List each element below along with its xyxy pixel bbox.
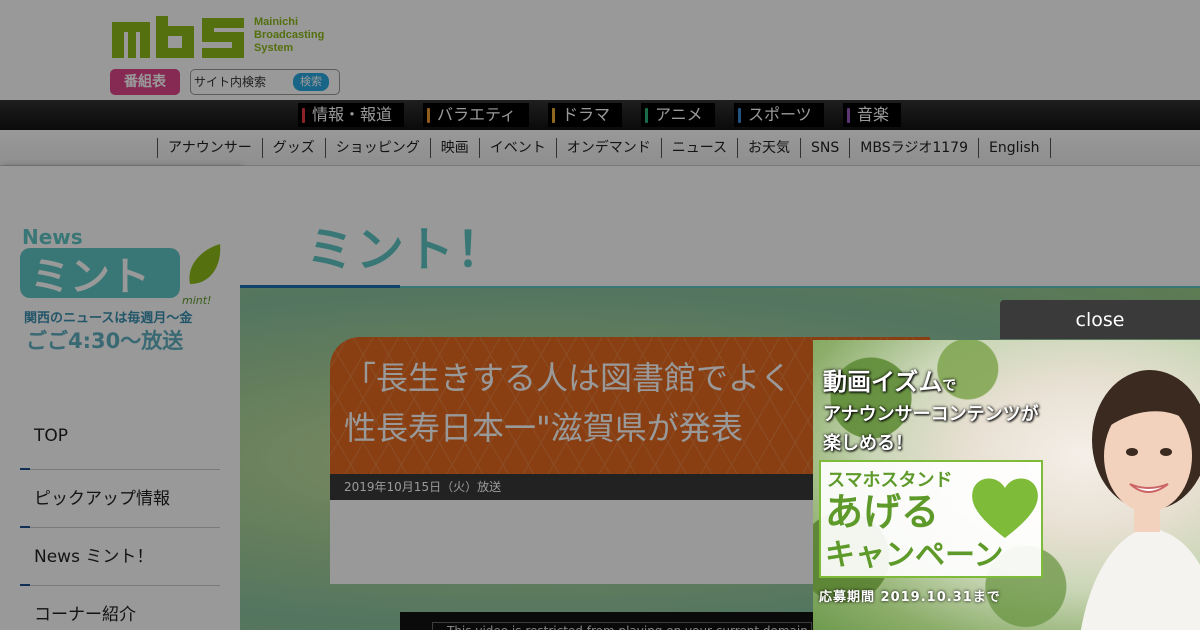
logo-subtitle-line: System <box>254 42 294 54</box>
subnav-announcer[interactable]: アナウンサー <box>158 138 263 158</box>
leaf-icon <box>189 244 221 284</box>
subnav-movie[interactable]: 映画 <box>431 138 480 158</box>
genre-label: 音楽 <box>857 105 890 124</box>
ad-brand: 動画イズム <box>823 368 943 396</box>
logo-tagline-1: 関西のニュースは毎週月～金 <box>24 310 193 326</box>
news-mint-logo[interactable]: News ミント mint! 関西のニュースは毎週月～金 ごご4:30～放送 <box>18 224 224 356</box>
ad-card-line-3: キャンペーン <box>825 538 1004 573</box>
mbs-logo-mark <box>112 16 244 58</box>
genre-anime[interactable]: アニメ <box>641 103 715 127</box>
sub-nav: アナウンサー グッズ ショッピング 映画 イベント オンデマンド ニュース お天… <box>0 130 1200 166</box>
subnav-english[interactable]: English <box>979 138 1051 158</box>
sidebar-item-corners[interactable]: コーナー紹介 <box>20 586 220 630</box>
mbs-logo[interactable]: Mainichi Broadcasting System <box>110 14 340 60</box>
woman-photo-illustration <box>1080 370 1200 630</box>
ad-period: 応募期間 2019.10.31まで <box>819 590 1001 605</box>
genre-color-marker <box>738 108 741 123</box>
sidebar-item-top[interactable]: TOP <box>20 412 220 470</box>
sidebar-item-label: News ミント！ <box>34 547 154 567</box>
subnav-goods[interactable]: グッズ <box>263 138 326 158</box>
genre-label: バラエティ <box>437 105 517 124</box>
genre-color-marker <box>645 108 648 123</box>
genre-color-marker <box>302 108 305 123</box>
genre-color-marker <box>427 108 430 123</box>
sidebar: News ミント mint! 関西のニュースは毎週月～金 ごご4:30～放送 T… <box>0 166 240 630</box>
genre-label: スポーツ <box>748 105 812 124</box>
subnav-on-demand[interactable]: オンデマンド <box>557 138 662 158</box>
video-error-message: This video is restricted from playing on… <box>432 622 812 630</box>
subnav-radio[interactable]: MBSラジオ1179 <box>850 138 979 158</box>
search-button[interactable]: 検索 <box>293 73 329 91</box>
sidebar-item-pickup[interactable]: ピックアップ情報 <box>20 470 220 528</box>
logo-mint-text: ミント <box>30 254 150 300</box>
sidebar-item-label: ピックアップ情報 <box>34 489 170 509</box>
subnav-news[interactable]: ニュース <box>662 138 739 158</box>
genre-color-marker <box>552 108 555 123</box>
heart-icon <box>972 478 1038 538</box>
genre-news[interactable]: 情報・報道 <box>298 103 404 127</box>
logo-tagline-2: ごご4:30～放送 <box>26 329 184 353</box>
genre-label: 情報・報道 <box>312 105 393 124</box>
search-input[interactable] <box>194 73 290 91</box>
logo-subtitle-line: Broadcasting <box>254 29 325 41</box>
logo-subtitle: Mainichi Broadcasting System <box>254 16 324 55</box>
sidebar-item-label: TOP <box>34 426 69 446</box>
close-ad-button[interactable]: close <box>1000 300 1200 339</box>
sidebar-menu: TOP ピックアップ情報 News ミント！ コーナー紹介 <box>20 412 220 630</box>
subnav-weather[interactable]: お天気 <box>738 138 802 158</box>
ad-line-2: アナウンサーコンテンツが <box>823 404 1039 425</box>
logo-mint-en: mint! <box>182 294 211 307</box>
ad-brand-suffix: で <box>942 378 957 394</box>
genre-label: ドラマ <box>562 105 611 124</box>
site-header: Mainichi Broadcasting System 番組表 検索 <box>0 0 1200 100</box>
ad-campaign-card: スマホスタンド あげる キャンペーン <box>819 460 1043 578</box>
genre-drama[interactable]: ドラマ <box>548 103 622 127</box>
logo-subtitle-line: Mainichi <box>254 16 299 28</box>
subnav-event[interactable]: イベント <box>480 138 557 158</box>
ad-card-line-2: あげる <box>825 490 940 534</box>
page-title: ミント！ <box>306 222 507 278</box>
genre-sports[interactable]: スポーツ <box>734 103 824 127</box>
video-player[interactable]: This video is restricted from playing on… <box>400 612 850 630</box>
program-guide-button[interactable]: 番組表 <box>110 69 180 95</box>
subnav-shopping[interactable]: ショッピング <box>326 138 431 158</box>
subnav-sns[interactable]: SNS <box>801 138 851 158</box>
genre-music[interactable]: 音楽 <box>843 103 901 127</box>
ad-line-3: 楽しめる！ <box>823 433 913 454</box>
ad-headline: 動画イズムで <box>823 362 956 397</box>
genre-nav: 情報・報道 バラエティ ドラマ アニメ スポーツ 音楽 <box>0 100 1200 130</box>
sidebar-item-label: コーナー紹介 <box>34 605 136 625</box>
ad-banner[interactable]: 動画イズムで アナウンサーコンテンツが 楽しめる！ スマホスタンド あげる キャ… <box>813 340 1200 630</box>
ad-card-line-1: スマホスタンド <box>827 470 953 491</box>
genre-color-marker <box>847 108 850 123</box>
logo-news-text: News <box>22 225 83 249</box>
genre-variety[interactable]: バラエティ <box>423 103 529 127</box>
genre-label: アニメ <box>655 105 703 124</box>
sidebar-item-news-mint[interactable]: News ミント！ <box>20 528 220 586</box>
site-search: 検索 <box>190 69 340 95</box>
